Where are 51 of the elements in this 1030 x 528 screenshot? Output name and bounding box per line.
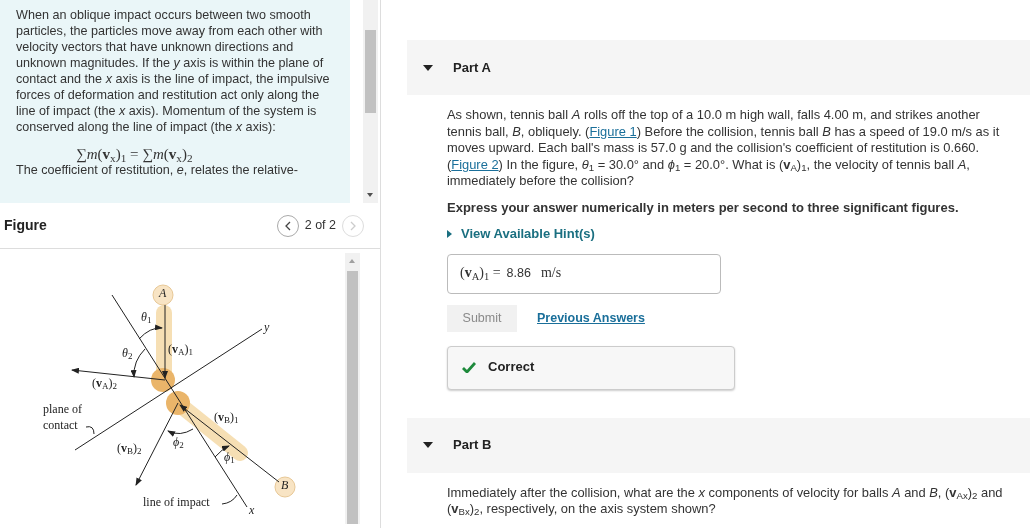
- part-header[interactable]: Part A: [407, 40, 1030, 95]
- view-hints-link[interactable]: View Available Hint(s): [447, 226, 595, 243]
- figure-label: ϕ$_{1}$: [224, 451, 235, 463]
- figure-heading: Figure: [3, 216, 47, 235]
- ball-b-icon: [274, 476, 296, 498]
- momentum-equation: ∑m(v$_{x}$)$_{1}$ = ∑m(v$_{x}$)$_{2}$: [75, 146, 194, 162]
- figure-label: (v$_{A}$)$_{1}$: [168, 343, 193, 355]
- caret-icon: [447, 230, 452, 239]
- figure-label: contact: [43, 419, 78, 431]
- figure-label: (v$_{B}$)$_{1}$: [214, 411, 239, 423]
- checkmark-icon: [462, 362, 476, 373]
- colliding-ball-icon: [166, 391, 190, 415]
- ball-a-icon: [152, 284, 174, 306]
- figure-label: (v$_{A}$)$_{2}$: [92, 377, 117, 389]
- figure-pager-text: 2 of 2: [304, 217, 336, 235]
- question-text: Immediately after the collision, what are the x components of velocity for balls A and B, (v$_{Ax}$)$_{2}$ and (v$_{Bx}$)$_{2}$, respectively, on the axis system shown?: [447, 484, 1004, 518]
- part-header[interactable]: Part B: [407, 417, 1030, 473]
- instruction-text: Express your answer numerically in meters per second to three significant figures.: [447, 199, 960, 216]
- scrollbar[interactable]: [345, 253, 360, 524]
- figure-label: θ$_{1}$: [141, 311, 152, 323]
- intro-text: When an oblique impact occurs between two smooth particles, the particles move away from each other with velocity vectors that have unknown directions and unknown magnitudes. If the y axis is within the plane of contact and the x axis is the line of impact, the impulsive forces of deformation and restitution act only along the line of impact (the x axis). Momentum of the system is conserved along the line of impact (the x axis):: [16, 7, 331, 135]
- figure-label: y: [264, 321, 270, 333]
- figure-label: line of impact: [143, 496, 210, 508]
- intro-text: The coefficient of restitution, e, relates the relative-: [16, 163, 299, 178]
- previous-answers-link[interactable]: Previous Answers: [537, 309, 645, 327]
- figure-label: plane of: [43, 403, 82, 415]
- answer-value: 8.86: [506, 265, 531, 282]
- leader-line: [221, 494, 238, 505]
- colliding-ball-icon: [151, 368, 175, 392]
- chevron-right-icon: [350, 220, 356, 231]
- angle-arc: [138, 324, 163, 340]
- figure-link[interactable]: Figure 1: [589, 123, 637, 139]
- figure-label: x: [249, 504, 255, 516]
- chevron-left-icon: [284, 220, 291, 231]
- scrollbar[interactable]: [363, 0, 378, 203]
- figure-label: A: [159, 287, 167, 299]
- figure-label: (v$_{B}$)$_{2}$: [117, 442, 142, 454]
- feedback-text: Correct: [488, 359, 535, 376]
- part-title: Part A: [453, 58, 491, 77]
- figure-link[interactable]: Figure 2: [451, 156, 499, 172]
- part-title: Part B: [453, 436, 492, 455]
- leader-line: [85, 426, 95, 435]
- answer-label: (v$_{A}$)$_{1}$ =: [460, 265, 501, 282]
- answer-unit: m/s: [540, 265, 562, 282]
- question-text: As shown, tennis ball A rolls off the top of a 10.0 m high wall, falls 4.00 m, and strikes another tennis ball, B, obliquely. (Figure 1) Before the collision, tennis ball B has a speed of 19.0 m/s as it moves upward. Each ball's mass is 57.0 g and the collision's coefficient of restitution is 0.660. (Figure 2) In the figure, θ$_{1}$ = 30.0° and ϕ$_{1}$ = 20.0°. What is (v$_{A}$)$_{1}$, the velocity of tennis ball A, immediately before the collision?: [447, 107, 1001, 190]
- figure-label: B: [281, 479, 289, 491]
- angle-arc: [167, 428, 194, 437]
- figure-label: θ$_{2}$: [122, 347, 133, 359]
- figure-label: ϕ$_{2}$: [173, 436, 184, 448]
- angle-arc: [130, 348, 146, 378]
- answer-field[interactable]: (v$_{A}$)$_{1}$ = 8.86 m/s: [447, 253, 721, 294]
